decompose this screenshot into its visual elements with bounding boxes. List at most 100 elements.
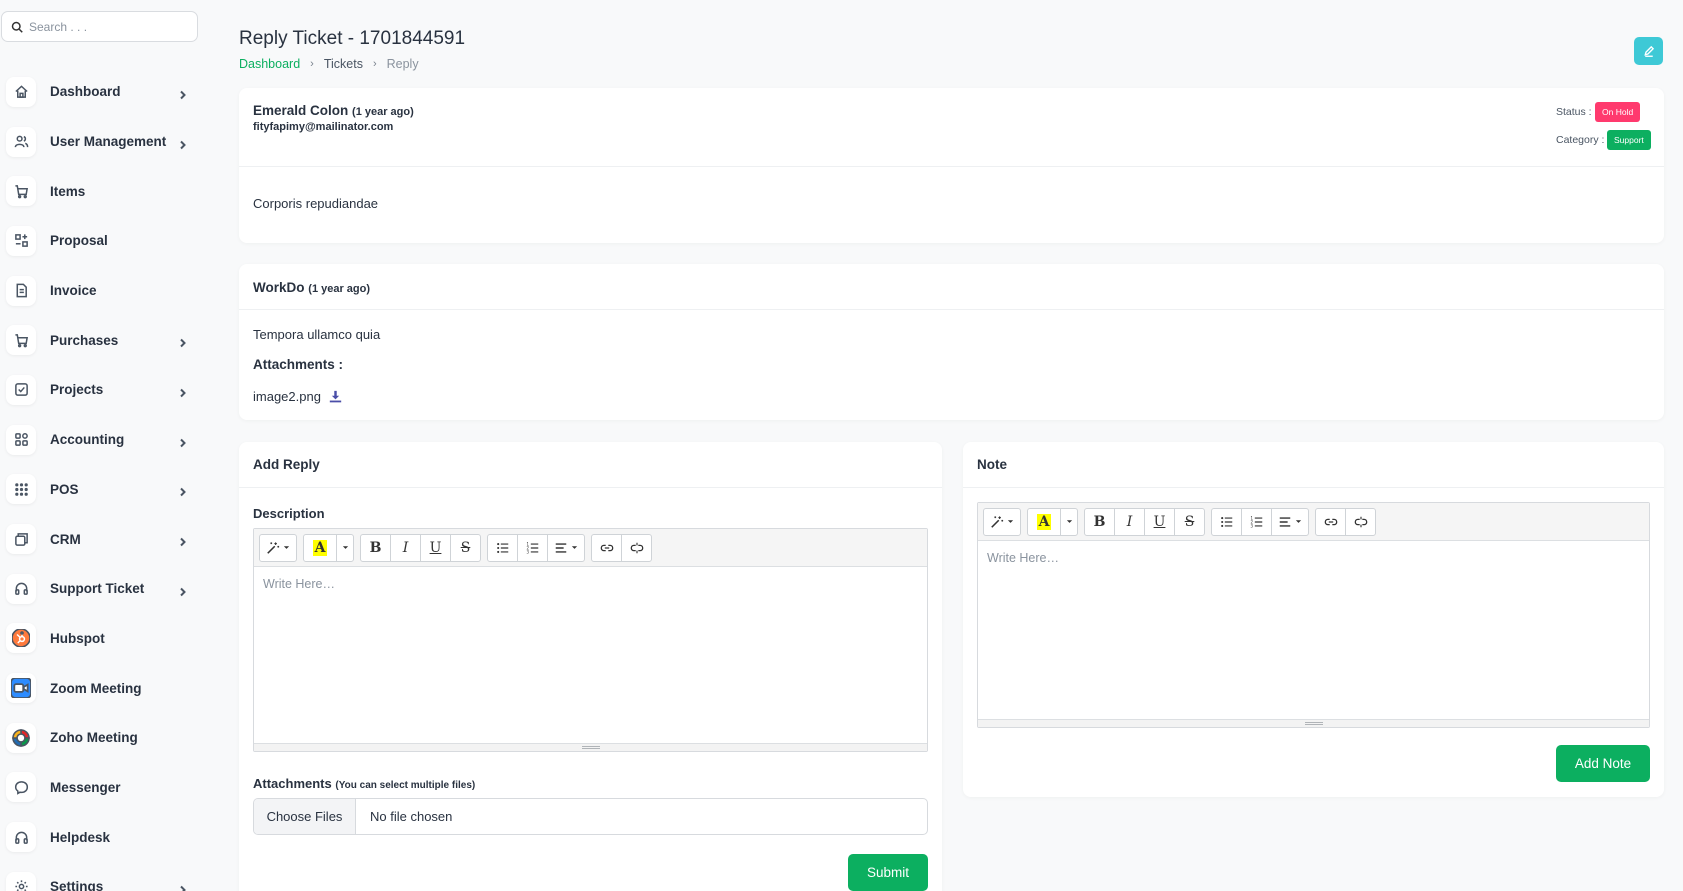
status-label: Status : bbox=[1556, 106, 1592, 118]
link-button[interactable] bbox=[591, 533, 622, 562]
accounting-icon bbox=[6, 424, 36, 455]
sidebar-item-support-ticket[interactable]: Support Ticket bbox=[0, 564, 212, 614]
sidebar-item-invoice[interactable]: Invoice bbox=[0, 266, 212, 316]
sidebar-item-label: Accounting bbox=[50, 432, 125, 448]
add-reply-card: Add Reply Description A B I U S 123 Write Her… bbox=[239, 442, 942, 891]
description-label: Description bbox=[253, 506, 325, 521]
sidebar-item-label: Purchases bbox=[50, 332, 119, 348]
sidebar-item-label: POS bbox=[50, 481, 79, 497]
add-note-button[interactable]: Add Note bbox=[1556, 745, 1650, 782]
magic-wand-button[interactable] bbox=[983, 507, 1021, 536]
zoom-icon bbox=[6, 673, 36, 704]
sidebar-item-accounting[interactable]: Accounting bbox=[0, 415, 212, 465]
ticket-time-ago: (1 year ago) bbox=[352, 106, 414, 118]
color-dropdown-button[interactable] bbox=[1060, 507, 1078, 536]
choose-files-button[interactable]: Choose Files bbox=[254, 799, 356, 834]
bullet-list-button[interactable] bbox=[487, 533, 518, 562]
edit-button[interactable] bbox=[1634, 37, 1663, 65]
note-textarea[interactable]: Write Here… bbox=[978, 541, 1649, 575]
align-icon bbox=[555, 542, 567, 553]
editor-resize-handle[interactable] bbox=[978, 719, 1649, 727]
unlink-button[interactable] bbox=[621, 533, 652, 562]
numbered-list-button[interactable]: 123 bbox=[1241, 507, 1272, 536]
highlight-button[interactable]: A bbox=[303, 533, 337, 562]
zoho-icon bbox=[6, 722, 36, 753]
page-title: Reply Ticket - 1701844591 bbox=[239, 28, 466, 49]
sidebar-item-items[interactable]: Items bbox=[0, 166, 212, 216]
attachments-hint: (You can select multiple files) bbox=[335, 780, 476, 791]
messenger-icon bbox=[6, 772, 36, 803]
sidebar-item-user-management[interactable]: User Management bbox=[0, 117, 212, 167]
sidebar-item-projects[interactable]: Projects bbox=[0, 365, 212, 415]
highlight-button[interactable]: A bbox=[1027, 507, 1061, 536]
strikethrough-button[interactable]: S bbox=[450, 533, 481, 562]
sidebar-item-label: CRM bbox=[50, 531, 81, 547]
strikethrough-button[interactable]: S bbox=[1174, 507, 1205, 536]
color-group: A bbox=[1027, 507, 1078, 536]
color-group: A bbox=[303, 533, 354, 562]
link-button[interactable] bbox=[1315, 507, 1346, 536]
sidebar-item-zoom-meeting[interactable]: Zoom Meeting bbox=[0, 663, 212, 713]
style-group bbox=[983, 507, 1021, 536]
sidebar-item-zoho-meeting[interactable]: Zoho Meeting bbox=[0, 713, 212, 763]
sidebar-item-crm[interactable]: CRM bbox=[0, 514, 212, 564]
sidebar-item-purchases[interactable]: Purchases bbox=[0, 315, 212, 365]
unlink-button[interactable] bbox=[1345, 507, 1376, 536]
attachment-filename: image2.png bbox=[253, 389, 321, 404]
download-icon[interactable] bbox=[329, 390, 342, 403]
category-badge: Support bbox=[1607, 130, 1651, 150]
invoice-icon bbox=[6, 275, 36, 306]
bold-button[interactable]: B bbox=[360, 533, 391, 562]
file-input[interactable]: Choose Files No file chosen bbox=[253, 798, 928, 835]
editor-toolbar: A B I U S 123 bbox=[978, 503, 1649, 541]
ticket-card: Emerald Colon (1 year ago) fityfapimy@ma… bbox=[239, 88, 1664, 243]
chevron-right-icon bbox=[178, 484, 188, 497]
underline-button[interactable]: U bbox=[1144, 507, 1175, 536]
checkbox-icon bbox=[6, 374, 36, 405]
numbered-list-button[interactable]: 123 bbox=[517, 533, 548, 562]
chevron-right-icon bbox=[178, 882, 188, 891]
editor-resize-handle[interactable] bbox=[254, 743, 927, 751]
grid-icon bbox=[6, 474, 36, 505]
chevron-right-icon bbox=[178, 137, 188, 149]
color-dropdown-button[interactable] bbox=[336, 533, 354, 562]
svg-text:3: 3 bbox=[526, 549, 529, 554]
underline-button[interactable]: U bbox=[420, 533, 451, 562]
chevron-right-icon bbox=[178, 87, 188, 100]
align-icon bbox=[1279, 516, 1291, 527]
style-group bbox=[259, 533, 297, 562]
description-textarea[interactable]: Write Here… bbox=[254, 567, 927, 601]
sidebar-item-label: User Management bbox=[50, 134, 167, 150]
sidebar-item-proposal[interactable]: Proposal bbox=[0, 216, 212, 266]
bullet-list-button[interactable] bbox=[1211, 507, 1242, 536]
magic-wand-button[interactable] bbox=[259, 533, 297, 562]
italic-button[interactable]: I bbox=[1114, 507, 1145, 536]
numbered-list-icon: 123 bbox=[526, 541, 538, 554]
search-input[interactable] bbox=[29, 19, 189, 34]
bold-icon: B bbox=[1093, 513, 1106, 530]
breadcrumb-tickets[interactable]: Tickets bbox=[324, 57, 363, 71]
sidebar-item-dashboard[interactable]: Dashboard bbox=[0, 67, 212, 117]
caret-down-icon bbox=[342, 546, 348, 549]
editor-toolbar: A B I U S 123 bbox=[254, 529, 927, 567]
sidebar-item-pos[interactable]: POS bbox=[0, 465, 212, 515]
ticket-author: Emerald Colon (1 year ago) bbox=[253, 103, 414, 118]
sidebar-item-hubspot[interactable]: Hubspot bbox=[0, 614, 212, 664]
attachment-item: image2.png bbox=[253, 389, 342, 404]
sidebar-item-label: Proposal bbox=[50, 233, 108, 249]
sidebar-item-label: Zoom Meeting bbox=[50, 680, 142, 696]
sidebar-item-helpdesk[interactable]: Helpdesk bbox=[0, 812, 212, 862]
sidebar-item-messenger[interactable]: Messenger bbox=[0, 763, 212, 813]
sidebar-item-settings[interactable]: Settings bbox=[0, 862, 212, 891]
align-button[interactable] bbox=[1271, 507, 1309, 536]
breadcrumb-dashboard[interactable]: Dashboard bbox=[239, 57, 300, 71]
align-button[interactable] bbox=[547, 533, 585, 562]
italic-button[interactable]: I bbox=[390, 533, 421, 562]
search-box[interactable] bbox=[1, 11, 198, 42]
strikethrough-icon: S bbox=[1184, 513, 1195, 530]
reply-time-ago: (1 year ago) bbox=[308, 283, 371, 295]
bold-button[interactable]: B bbox=[1084, 507, 1115, 536]
italic-icon: I bbox=[1126, 513, 1133, 530]
submit-button[interactable]: Submit bbox=[848, 854, 928, 891]
note-editor: A B I U S 123 Write Here… bbox=[977, 502, 1650, 728]
